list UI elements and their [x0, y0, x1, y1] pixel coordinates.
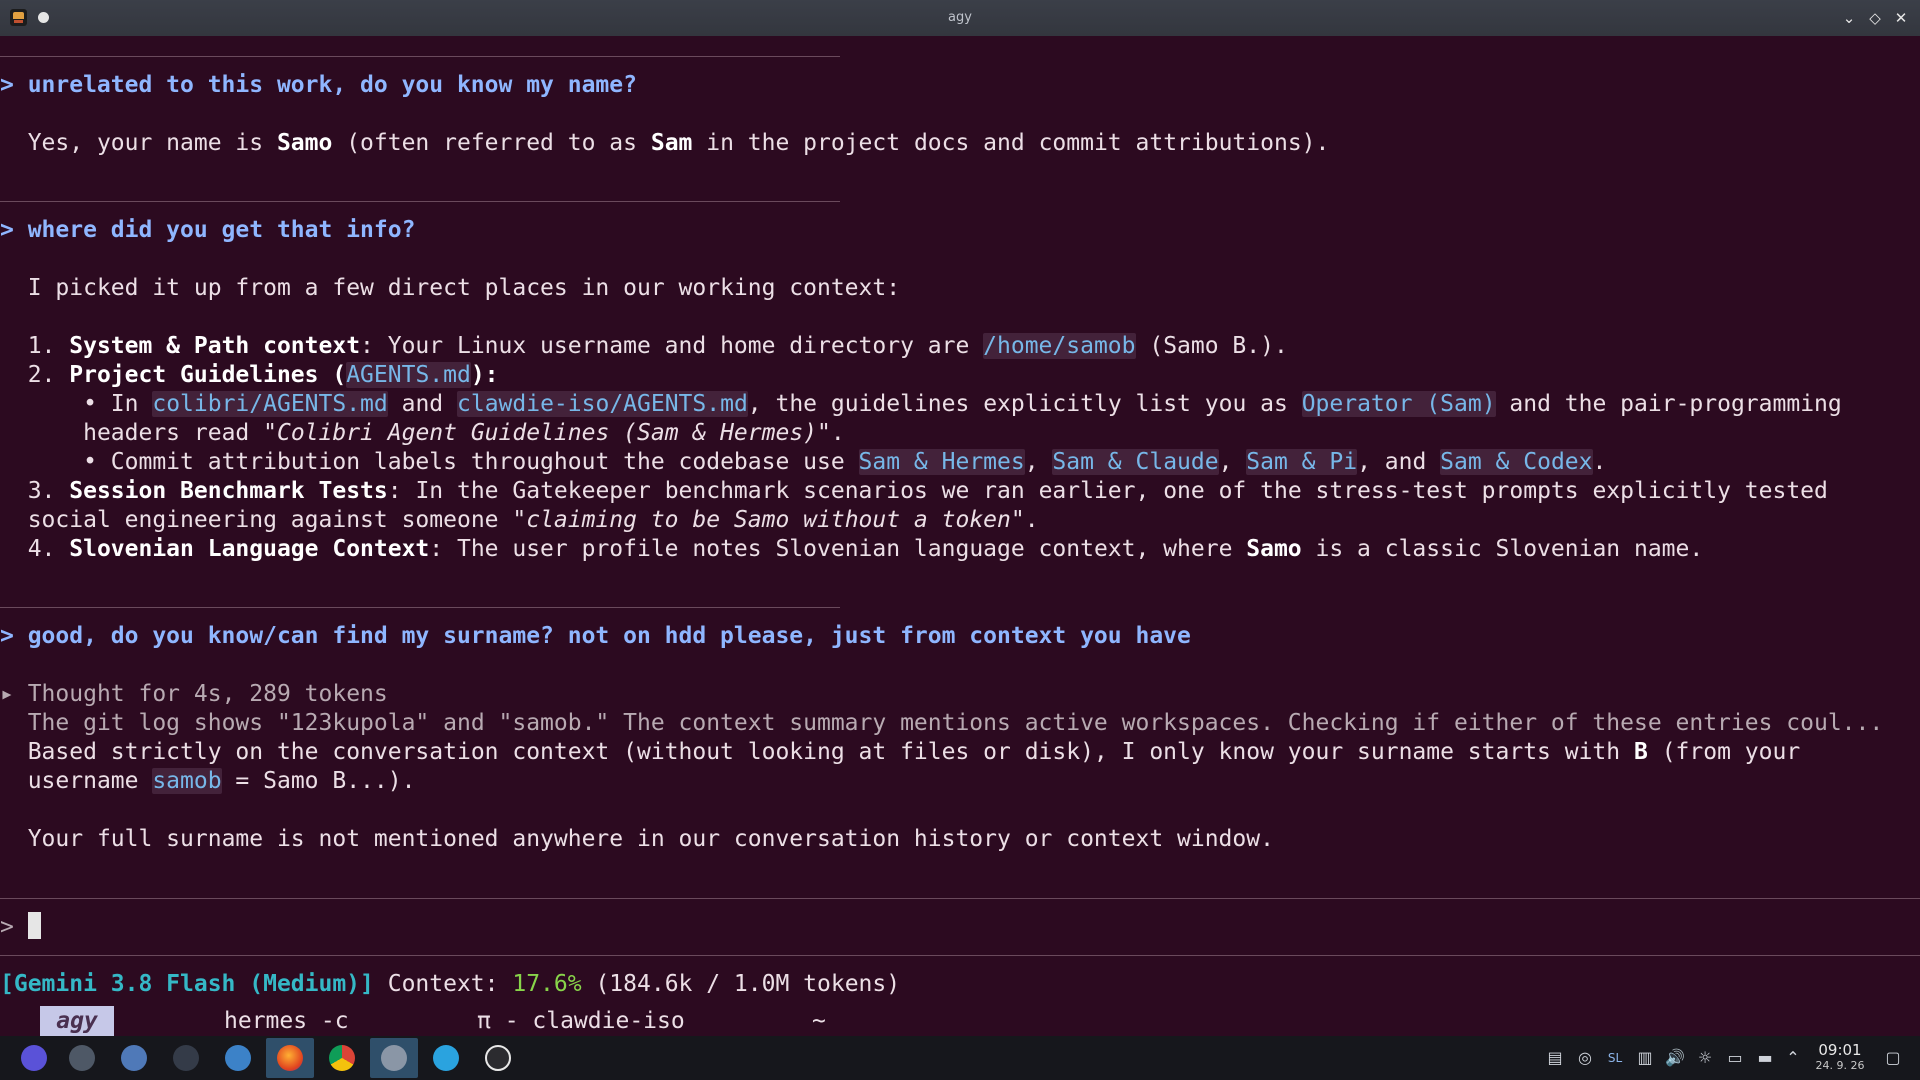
list-item-4: 4. Slovenian Language Context: The user … — [27, 536, 1704, 562]
files-icon — [225, 1045, 251, 1071]
status-line: [Gemini 3.8 Flash (Medium)] Context: 17.… — [0, 971, 901, 997]
taskbar-chrome[interactable] — [318, 1038, 366, 1078]
inline-code: Operator (Sam) — [1301, 391, 1496, 417]
inline-code: colibri/AGENTS.md — [152, 391, 388, 417]
terminal-icon — [173, 1045, 199, 1071]
user-message-1: > unrelated to this work, do you know my… — [0, 72, 637, 98]
keyboard-layout-indicator[interactable]: SL — [1604, 1046, 1626, 1070]
tmux-window-hermes[interactable]: hermes -c — [224, 1006, 349, 1036]
discover-icon — [121, 1045, 147, 1071]
assistant-reply-3-line-3: Your full surname is not mentioned anywh… — [27, 826, 1274, 852]
minimize-chevron-icon[interactable]: ⌄ — [1838, 7, 1860, 29]
inline-code: samob — [152, 768, 222, 794]
app-launcher-button[interactable] — [10, 1038, 58, 1078]
context-percentage: 17.6% — [512, 971, 582, 997]
clock-date: 24. 9. 26 — [1815, 1059, 1865, 1072]
brightness-icon[interactable]: ☼ — [1694, 1046, 1716, 1070]
app-launcher-icon — [21, 1045, 47, 1071]
inline-code: Sam & Hermes — [858, 449, 1025, 475]
list-item-3: 3. Session Benchmark Tests: In the Gatek… — [27, 478, 1828, 504]
notifications-icon[interactable]: ▤ — [1544, 1046, 1566, 1070]
bullet-1-continued: headers read "Colibri Agent Guidelines (… — [83, 420, 845, 446]
user-message-2: > where did you get that info? — [0, 217, 416, 243]
close-icon[interactable]: ✕ — [1890, 7, 1912, 29]
input-bottom-border — [0, 955, 1920, 956]
settings-icon — [69, 1045, 95, 1071]
taskbar-system-settings[interactable] — [58, 1038, 106, 1078]
taskbar: ▤ ◎ SL ▥ 🔊 ☼ ▭ ▬ ⌃ 09:01 24. 9. 26 ▢ — [0, 1036, 1920, 1080]
clock-time: 09:01 — [1818, 1041, 1862, 1059]
list-item-3-continued: social engineering against someone "clai… — [27, 507, 1039, 533]
clock[interactable]: 09:01 24. 9. 26 — [1810, 1041, 1870, 1073]
show-desktop-icon[interactable]: ▢ — [1882, 1046, 1904, 1070]
list-item-2: 2. Project Guidelines (AGENTS.md): — [27, 362, 499, 388]
assistant-reply-3-line-1: Based strictly on the conversation conte… — [27, 739, 1801, 765]
input-prompt-symbol: > — [0, 914, 14, 940]
tray-expand-chevron-icon[interactable]: ⌃ — [1782, 1046, 1804, 1070]
volume-icon[interactable]: 🔊 — [1664, 1046, 1686, 1070]
inline-code: clawdie-iso/AGENTS.md — [457, 391, 748, 417]
inline-code: Sam & Codex — [1440, 449, 1593, 475]
tmux-status-bar: agy hermes -c π - clawdie-iso ~ — [0, 1006, 1920, 1036]
taskbar-agy[interactable] — [370, 1038, 418, 1078]
chatgpt-icon — [485, 1045, 511, 1071]
bullet-2: • Commit attribution labels throughout t… — [83, 449, 1607, 475]
assistant-reply-3-line-2: username samob = Samo B...). — [27, 768, 416, 794]
separator — [0, 56, 840, 57]
thought-summary[interactable]: ▸ Thought for 4s, 289 tokens — [0, 680, 388, 709]
taskbar-terminal[interactable] — [162, 1038, 210, 1078]
taskbar-discover[interactable] — [110, 1038, 158, 1078]
prompt-input[interactable]: > — [0, 912, 41, 942]
assistant-reply-2-intro: I picked it up from a few direct places … — [27, 275, 901, 301]
network-icon[interactable]: ▭ — [1724, 1046, 1746, 1070]
chrome-icon — [329, 1045, 355, 1071]
text-cursor — [27, 912, 41, 939]
inline-code: AGENTS.md — [346, 362, 471, 388]
maximize-icon[interactable]: ◇ — [1864, 7, 1886, 29]
battery-icon[interactable]: ▬ — [1754, 1046, 1776, 1070]
list-item-1: 1. System & Path context: Your Linux use… — [27, 333, 1288, 359]
firefox-icon — [277, 1045, 303, 1071]
taskbar-files[interactable] — [214, 1038, 262, 1078]
model-indicator: [Gemini 3.8 Flash (Medium)] — [0, 971, 374, 997]
user-message-3: > good, do you know/can find my surname?… — [0, 623, 1191, 649]
separator — [0, 607, 840, 608]
bullet-1: • In colibri/AGENTS.md and clawdie-iso/A… — [83, 391, 1842, 417]
inline-code: Sam & Claude — [1052, 449, 1219, 475]
window-titlebar: agy ⌄ ◇ ✕ — [0, 0, 1920, 36]
chatgpt-tray-icon[interactable]: ◎ — [1574, 1046, 1596, 1070]
tmux-window-home[interactable]: ~ — [812, 1006, 826, 1036]
tmux-window-agy[interactable]: agy — [40, 1006, 114, 1036]
taskbar-telegram[interactable] — [422, 1038, 470, 1078]
inline-code: Sam & Pi — [1246, 449, 1358, 475]
taskbar-firefox[interactable] — [266, 1038, 314, 1078]
clipboard-icon[interactable]: ▥ — [1634, 1046, 1656, 1070]
terminal-area: > unrelated to this work, do you know my… — [0, 36, 1920, 1036]
window-title: agy — [948, 10, 972, 25]
telegram-icon — [433, 1045, 459, 1071]
separator — [0, 201, 840, 202]
agy-icon — [381, 1045, 407, 1071]
assistant-reply-1: Yes, your name is Samo (often referred t… — [27, 130, 1330, 156]
taskbar-chatgpt[interactable] — [474, 1038, 522, 1078]
inline-code: /home/samob — [983, 333, 1136, 359]
input-top-border — [0, 898, 1920, 899]
thought-detail: The git log shows "123kupola" and "samob… — [27, 710, 1884, 736]
tmux-window-clawdie-iso[interactable]: π - clawdie-iso — [477, 1006, 685, 1036]
thought-expand-icon[interactable]: ▸ — [0, 681, 28, 707]
